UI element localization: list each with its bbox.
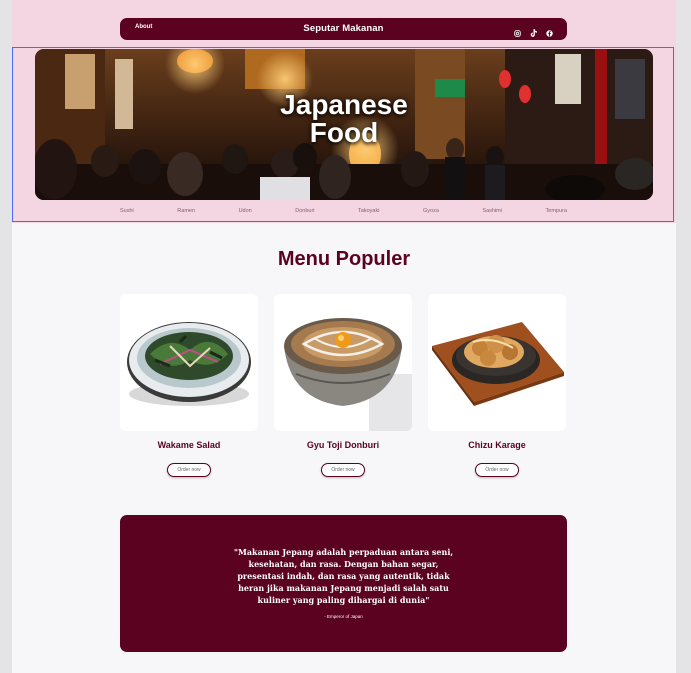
chizu-karage-image xyxy=(432,322,564,406)
menu-card-chizu-karage[interactable] xyxy=(428,294,566,431)
social-icons xyxy=(514,24,553,37)
facebook-icon[interactable] xyxy=(546,24,553,37)
instagram-icon[interactable] xyxy=(514,24,521,37)
order-now-button[interactable]: Order now xyxy=(475,463,519,477)
site-title: Seputar Makanan xyxy=(303,23,384,34)
wakame-salad-image xyxy=(127,322,251,406)
category-donburi[interactable]: Donburi xyxy=(295,208,314,214)
menu-card-gyu-toji-donburi[interactable] xyxy=(274,294,412,431)
category-takoyaki[interactable]: Takoyaki xyxy=(358,208,379,214)
order-now-button[interactable]: Order now xyxy=(321,463,365,477)
menu-item-name: Wakame Salad xyxy=(157,440,221,450)
category-tempura[interactable]: Tempura xyxy=(546,208,567,214)
category-nav: Sushi Ramen Udon Donburi Takoyaki Gyoza … xyxy=(120,208,567,214)
page: About Seputar Makanan Japanese Food Sush… xyxy=(12,0,676,673)
category-sushi[interactable]: Sushi xyxy=(120,208,134,214)
category-ramen[interactable]: Ramen xyxy=(177,208,195,214)
menu-card-wakame-salad[interactable] xyxy=(120,294,258,431)
navbar: About Seputar Makanan xyxy=(120,18,567,40)
quote-author: - Emperor of Japan xyxy=(324,614,363,619)
tiktok-icon[interactable] xyxy=(530,24,537,37)
selection-outline xyxy=(12,47,674,222)
quote-block: "Makanan Jepang adalah perpaduan antara … xyxy=(120,515,567,652)
menu-item-name: Gyu Toji Donburi xyxy=(306,440,380,450)
menu-item-name: Chizu Karage xyxy=(468,440,526,450)
quote-text: "Makanan Jepang adalah perpaduan antara … xyxy=(233,547,454,605)
menu-section-title: Menu Populer xyxy=(277,248,411,270)
category-gyoza[interactable]: Gyoza xyxy=(423,208,439,214)
category-udon[interactable]: Udon xyxy=(239,208,252,214)
category-sashimi[interactable]: Sashimi xyxy=(482,208,502,214)
order-now-button[interactable]: Order now xyxy=(167,463,211,477)
gyu-toji-donburi-image xyxy=(284,318,412,431)
